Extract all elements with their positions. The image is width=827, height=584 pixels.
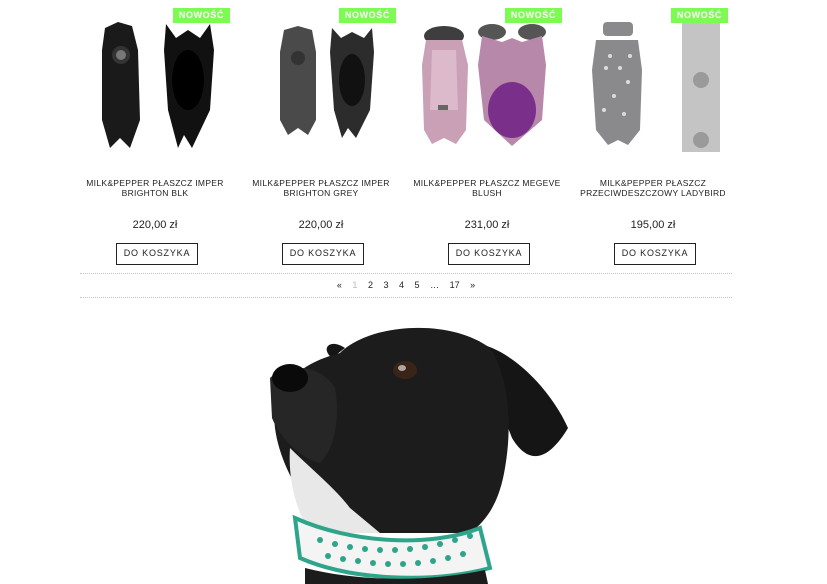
pagination-page[interactable]: 2: [368, 280, 373, 290]
pagination-ellipsis: …: [430, 280, 440, 290]
product-name[interactable]: MILK&PEPPER PŁASZCZ IMPER BRIGHTON BLK: [80, 178, 230, 200]
product-image-grey-coat[interactable]: [246, 10, 396, 155]
product-name[interactable]: MILK&PEPPER PŁASZCZ IMPER BRIGHTON GREY: [246, 178, 396, 200]
product-price: 195,00 zł: [630, 219, 676, 231]
pagination-prev[interactable]: «: [337, 280, 342, 290]
product-price: 231,00 zł: [464, 219, 510, 231]
add-to-cart-button[interactable]: DO KOSZYKA: [282, 243, 364, 265]
new-badge: NOWOŚĆ: [172, 8, 230, 23]
add-to-cart-button[interactable]: DO KOSZYKA: [116, 243, 198, 265]
product-image-pink-coat[interactable]: [412, 10, 562, 155]
add-to-cart-button[interactable]: DO KOSZYKA: [448, 243, 530, 265]
product-image-black-coat[interactable]: [80, 10, 230, 155]
pagination: « 1 2 3 4 5 … 17 »: [80, 280, 732, 294]
product-image-ladybird-coat[interactable]: [578, 10, 728, 155]
product-card: NOWOŚĆ MILK&PEPPER PŁASZCZ PRZECIWDESZCZ…: [578, 0, 728, 270]
new-badge: NOWOŚĆ: [338, 8, 396, 23]
divider-bottom: [80, 297, 732, 298]
product-price: 220,00 zł: [298, 219, 344, 231]
product-name[interactable]: MILK&PEPPER PŁASZCZ PRZECIWDESZCZOWY LAD…: [578, 178, 728, 200]
product-name[interactable]: MILK&PEPPER PŁASZCZ MEGEVE BLUSH: [412, 178, 562, 200]
pagination-page-last[interactable]: 17: [450, 280, 460, 290]
product-grid: NOWOŚĆ MILK&PEPPER PŁASZCZ IMPER BRIGHTO…: [80, 0, 732, 270]
product-card: NOWOŚĆ MILK&PEPPER PŁASZCZ MEGEVE BLUSH …: [412, 0, 562, 270]
pagination-page[interactable]: 3: [383, 280, 388, 290]
add-to-cart-button[interactable]: DO KOSZYKA: [614, 243, 696, 265]
pagination-page-current: 1: [352, 280, 358, 290]
product-card: NOWOŚĆ MILK&PEPPER PŁASZCZ IMPER BRIGHTO…: [80, 0, 230, 270]
product-card: NOWOŚĆ MILK&PEPPER PŁASZCZ IMPER BRIGHTO…: [246, 0, 396, 270]
new-badge: NOWOŚĆ: [504, 8, 562, 23]
hero-dog-image: [250, 318, 580, 584]
divider-top: [80, 273, 732, 274]
product-price: 220,00 zł: [132, 219, 178, 231]
pagination-page[interactable]: 4: [399, 280, 404, 290]
new-badge: NOWOŚĆ: [670, 8, 728, 23]
pagination-page[interactable]: 5: [415, 280, 420, 290]
pagination-next[interactable]: »: [470, 280, 475, 290]
